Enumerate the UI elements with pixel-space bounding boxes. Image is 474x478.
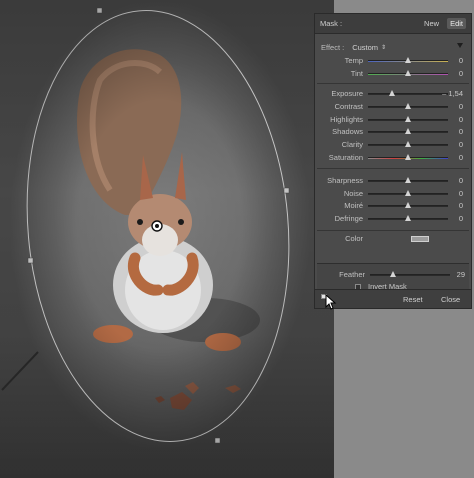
vignette-overlay [0, 0, 334, 478]
mask-panel: Mask : New Edit Effect : Custom ⇕ Temp 0 T… [314, 13, 472, 309]
slider-value[interactable]: 0 [459, 153, 463, 162]
slider-row-defringe: Defringe 0 [315, 214, 471, 224]
slider-value[interactable]: 0 [459, 214, 463, 223]
reset-button[interactable]: Reset [403, 295, 423, 304]
slider-value[interactable]: 0 [459, 140, 463, 149]
slider-row-shadows: Shadows 0 [315, 127, 471, 137]
slider-track[interactable] [368, 93, 448, 95]
slider-value[interactable]: 0 [459, 189, 463, 198]
slider-thumb[interactable] [405, 189, 411, 196]
slider-thumb[interactable] [405, 214, 411, 221]
new-button[interactable]: New [424, 19, 439, 28]
slider-thumb[interactable] [405, 177, 411, 183]
slider-label: Defringe [334, 213, 363, 223]
slider-thumb[interactable] [405, 128, 411, 135]
slider-thumb[interactable] [405, 70, 411, 76]
panel-header: Mask : New Edit [315, 14, 471, 34]
updown-icon[interactable]: ⇕ [381, 44, 386, 51]
edit-button[interactable]: Edit [447, 18, 466, 29]
effect-label: Effect : [321, 42, 345, 52]
color-label: Color [345, 234, 363, 243]
slider-thumb[interactable] [405, 102, 411, 109]
slider-value[interactable]: 0 [459, 127, 463, 136]
color-row: Color [315, 234, 471, 244]
photo-canvas[interactable] [0, 0, 334, 478]
slider-value[interactable]: – 1,54 [442, 89, 463, 98]
slider-row-temp: Temp 0 [315, 56, 471, 66]
slider-value[interactable]: 0 [459, 176, 463, 185]
slider-label: Exposure [331, 89, 363, 98]
slider-label: Clarity [341, 140, 363, 150]
panel-footer: Reset Close [315, 289, 471, 308]
color-swatch[interactable] [411, 236, 429, 242]
slider-thumb[interactable] [405, 57, 411, 63]
feather-slider-row: Feather 29 [317, 270, 473, 280]
slider-row-highlights: Highlights 0 [315, 115, 471, 125]
slider-label: Tint [350, 69, 363, 78]
slider-label: Moiré [344, 201, 363, 210]
section-divider [317, 230, 469, 231]
slider-label: Temp [344, 56, 363, 65]
slider-row-sharpness: Sharpness 0 [315, 176, 471, 186]
slider-thumb[interactable] [405, 141, 411, 148]
collapse-triangle-icon[interactable] [457, 43, 463, 48]
slider-row-moir: Moiré 0 [315, 201, 471, 211]
slider-row-saturation: Saturation 0 [315, 153, 471, 163]
slider-thumb[interactable] [405, 154, 411, 160]
feather-value[interactable]: 29 [457, 270, 465, 279]
feather-thumb[interactable] [390, 271, 397, 277]
slider-value[interactable]: 0 [459, 56, 463, 65]
mouse-pointer-icon [325, 294, 337, 310]
mask-label: Mask : [320, 19, 343, 28]
effect-row: Effect : Custom ⇕ [321, 41, 465, 53]
slider-value[interactable]: 0 [459, 69, 463, 78]
section-divider [317, 83, 469, 84]
slider-thumb[interactable] [405, 115, 411, 122]
slider-label: Shadows [332, 127, 363, 137]
slider-row-tint: Tint 0 [315, 69, 471, 79]
slider-thumb[interactable] [389, 90, 395, 96]
slider-label: Highlights [330, 114, 363, 124]
slider-row-contrast: Contrast 0 [315, 102, 471, 112]
slider-label: Noise [343, 188, 363, 198]
slider-value[interactable]: 0 [459, 102, 463, 111]
slider-value[interactable]: 0 [459, 201, 463, 210]
slider-label: Contrast [334, 101, 363, 111]
slider-value[interactable]: 0 [459, 115, 463, 124]
effect-dropdown[interactable]: Custom [352, 43, 378, 52]
slider-row-exposure: Exposure – 1,54 [315, 89, 471, 99]
slider-row-clarity: Clarity 0 [315, 140, 471, 150]
slider-thumb[interactable] [405, 202, 411, 208]
slider-label: Sharpness [327, 176, 363, 185]
feather-track[interactable] [370, 274, 450, 276]
feather-label: Feather [339, 270, 365, 279]
slider-row-noise: Noise 0 [315, 189, 471, 199]
section-divider [317, 168, 469, 169]
slider-label: Saturation [328, 153, 363, 162]
close-button[interactable]: Close [441, 295, 460, 304]
